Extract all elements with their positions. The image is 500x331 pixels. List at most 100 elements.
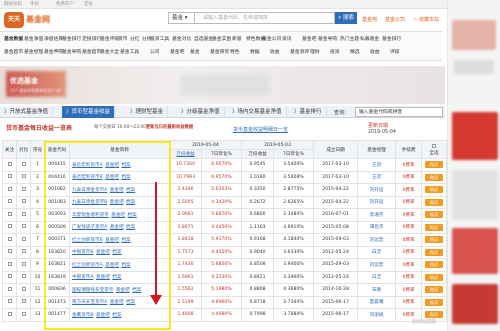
compare-cell[interactable] [16,170,31,184]
fund-bar-link[interactable]: 基金吧 [110,188,124,193]
fund-profile-link[interactable]: 档案 [121,263,130,268]
nav-item[interactable]: 公司 [150,48,160,55]
sidebar-ad[interactable] [452,284,498,324]
compare-checkbox[interactable] [21,274,26,279]
compare-cell[interactable] [16,308,31,322]
fund-bar-link[interactable]: 基金吧 [96,313,110,318]
follow-checkbox[interactable] [7,161,12,166]
buy-button[interactable]: 购买 [425,298,444,306]
nav-item[interactable]: 基金评级 [100,35,119,42]
follow-cell[interactable] [2,158,17,172]
manager-link[interactable]: 王冠 [357,170,397,184]
header-link-bookmark[interactable]: ☆ 收藏本站 [413,16,439,23]
follow-cell[interactable] [2,258,17,272]
nav-item[interactable]: 基金吧 [302,35,316,42]
fund-name-link[interactable]: 华夏现金增利货币 [72,213,109,218]
col-code[interactable]: 基金代码 [44,140,70,159]
nav-item[interactable]: 收益 [370,48,380,55]
manager-link[interactable]: 白洁 [357,270,397,284]
col-income-1[interactable]: 万份收益 [169,149,202,159]
manager-link[interactable]: 刘开运 [357,195,397,209]
nav-item[interactable]: 基金净值 [24,35,43,42]
nav-item[interactable]: 基金研究 [210,48,229,55]
nav-item[interactable]: 基金实盘 [212,35,231,42]
compare-cell[interactable] [16,295,31,309]
nav-item[interactable]: 货币 [118,35,128,42]
manager-link[interactable]: 谭昌杰 [357,220,397,234]
fund-bar-link[interactable]: 基金吧 [111,213,125,218]
promo-banner[interactable]: 优选基金 开户 基金申购费率低至0.1折 [0,66,445,104]
fund-bar-link[interactable]: 基金吧 [110,225,124,230]
manager-link[interactable]: 李湘杰 [357,208,397,222]
compare-cell[interactable] [16,208,31,222]
search-input[interactable]: 请输入基金代码、名称或简拼 [195,12,335,24]
fund-bar-link[interactable]: 基金吧 [105,163,119,168]
compare-cell[interactable] [16,158,31,172]
nav-item[interactable]: 理财 [310,48,320,55]
nav-item[interactable]: 数据 [250,48,260,55]
fund-profile-link[interactable]: 档案 [121,238,130,243]
buy-button[interactable]: 购买 [425,286,444,294]
compare-checkbox[interactable] [21,186,26,191]
nav-item[interactable]: 基金大全 [100,48,119,55]
fund-name-link[interactable]: 红土创新货币A [72,263,103,268]
manager-link[interactable]: 刘丽娟 [357,308,397,322]
nav-item[interactable]: 净值估算 [44,35,63,42]
buy-button[interactable]: 购买 [425,186,444,194]
follow-checkbox[interactable] [7,174,12,179]
tab-5[interactable]: 〉基金排行 [290,106,327,118]
compare-checkbox[interactable] [21,236,26,241]
compare-checkbox[interactable] [21,249,26,254]
fund-profile-link[interactable]: 档案 [132,288,141,293]
fund-profile-link[interactable]: 档案 [112,313,121,318]
header-link-fundbar[interactable]: 基金吧 [362,16,377,23]
sidebar-ad[interactable] [454,60,494,74]
nav-item[interactable]: 基金工具 [120,48,139,55]
select-all-checkbox[interactable] [432,143,437,148]
topbar-item[interactable]: 网站导航 [4,1,22,7]
fund-bar-link[interactable]: 基金吧 [116,288,130,293]
nav-item[interactable]: 基金超市 [4,48,23,55]
fund-bar-link[interactable]: 基金吧 [105,263,119,268]
compare-checkbox[interactable] [21,199,26,204]
fund-bar-link[interactable]: 基金吧 [96,275,110,280]
compare-cell[interactable] [16,283,31,297]
fund-profile-link[interactable]: 档案 [121,175,130,180]
manager-link[interactable]: 王冠 [357,158,397,172]
follow-checkbox[interactable] [7,249,12,254]
manager-link[interactable]: 刘开运 [357,183,397,197]
manager-link[interactable]: 夏晨曦 [357,295,397,309]
sidebar-ad[interactable] [452,112,498,160]
fund-name-link[interactable]: 九泰日添金货币A [72,188,107,193]
buy-button[interactable]: 购买 [425,211,444,219]
fund-bar-link[interactable]: 基金吧 [105,175,119,180]
follow-checkbox[interactable] [7,186,12,191]
header-link-companies[interactable]: 基金公司 [385,16,405,23]
nav-item[interactable]: 基金超市 [82,48,101,55]
follow-checkbox[interactable] [7,311,12,316]
follow-cell[interactable] [2,283,17,297]
tab-0[interactable]: 〉开放式基金净值 [0,106,54,118]
select-all[interactable]: 全选 [421,140,448,159]
fund-name-link[interactable]: 南方天天宝货币A [72,300,107,305]
buy-button[interactable]: 购买 [425,248,444,256]
compare-checkbox[interactable] [21,211,26,216]
fund-profile-link[interactable]: 档案 [126,188,135,193]
col-yield-2[interactable]: 7日年化% [273,149,315,159]
manager-link[interactable]: 刘远宏 [357,233,397,247]
follow-checkbox[interactable] [7,299,12,304]
nav-item[interactable]: 热门主题 [340,35,359,42]
buy-button[interactable]: 购买 [425,173,444,181]
nav-item[interactable]: 特色 [230,48,240,55]
compare-cell[interactable] [16,233,31,247]
manager-link[interactable]: 宋璐 [357,283,397,297]
sidebar-ad[interactable] [452,20,496,50]
follow-checkbox[interactable] [7,236,12,241]
follow-cell[interactable] [2,208,17,222]
nav-item[interactable]: 自选基金 [194,35,213,42]
nav-item[interactable]: 基金排行 [62,35,81,42]
compare-cell[interactable] [16,195,31,209]
follow-cell[interactable] [2,245,17,259]
follow-cell[interactable] [2,308,17,322]
nav-item[interactable]: 基金对比 [172,35,191,42]
